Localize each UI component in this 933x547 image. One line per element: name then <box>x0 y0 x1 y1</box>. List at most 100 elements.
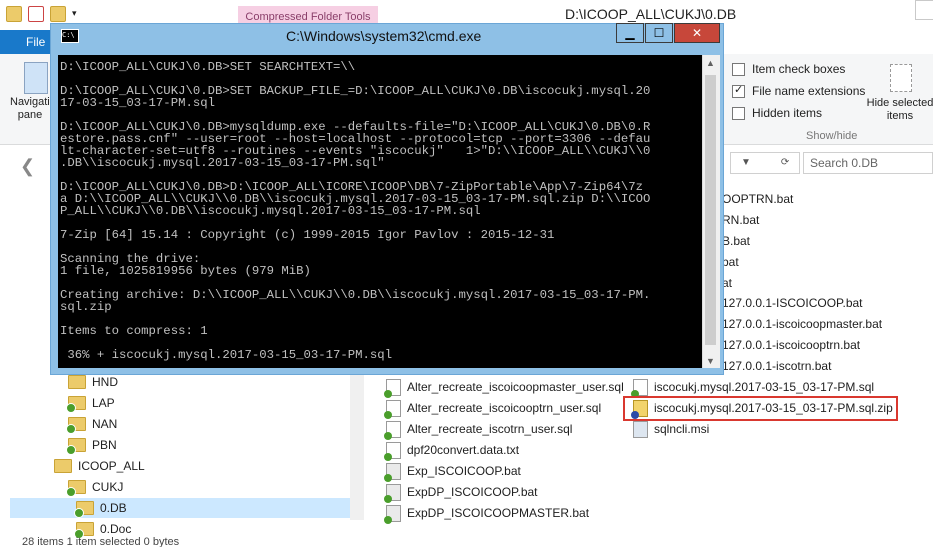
folder-icon <box>54 459 72 473</box>
file-name: ExpDP_ISCOICOOPMASTER.bat <box>407 506 590 520</box>
file-name: 127.0.0.1-iscoicoopmaster.bat <box>722 317 883 331</box>
file-name-extensions-label: File name extensions <box>752 84 866 98</box>
tree-item-icoop-all[interactable]: ICOOP_ALL <box>54 456 145 476</box>
installer-file-icon <box>633 420 648 438</box>
folder-icon <box>68 375 86 389</box>
list-item[interactable]: Alter_recreate_iscotrn_user.sql <box>384 419 573 440</box>
file-name: ExpDP_ISCOICOOP.bat <box>407 485 538 499</box>
scroll-up-icon[interactable]: ▲ <box>706 58 715 68</box>
red-highlight-box <box>623 396 898 421</box>
sql-file-icon <box>384 378 401 398</box>
quick-access-toolbar: ▾ <box>6 6 77 22</box>
text-file-icon <box>384 441 401 461</box>
list-item[interactable]: B.bat <box>722 231 750 251</box>
back-arrow-icon[interactable]: ❮ <box>20 156 35 177</box>
show-hide-group-label: Show/hide <box>806 130 858 142</box>
file-name-extensions-checkbox[interactable]: ✓ <box>732 84 745 98</box>
file-name: sqlncli.msi <box>654 422 710 436</box>
list-item[interactable]: Alter_recreate_iscoicooptrn_user.sql <box>384 398 602 419</box>
file-name: 127.0.0.1-ISCOICOOP.bat <box>722 296 863 310</box>
tree-selection-highlight <box>10 498 360 518</box>
navigation-pane-icon[interactable] <box>24 62 48 94</box>
file-name: Alter_recreate_iscotrn_user.sql <box>407 422 573 436</box>
navigation-pane-button[interactable]: Navigation pane <box>10 96 62 122</box>
tree-item-label: 0.Doc <box>100 522 132 536</box>
status-bar: 28 items 1 item selected 0 bytes <box>22 536 180 547</box>
scroll-down-icon[interactable]: ▼ <box>706 356 715 366</box>
minimize-button[interactable]: ▁ <box>616 23 644 43</box>
tree-scrollbar[interactable] <box>350 372 364 520</box>
folder-synced-icon <box>66 480 86 497</box>
close-button[interactable]: ✕ <box>674 23 720 43</box>
tree-item-label: CUKJ <box>92 480 124 494</box>
list-item[interactable]: 127.0.0.1-iscoicooptrn.bat <box>722 335 860 355</box>
batch-file-icon <box>384 462 401 482</box>
hide-selected-items-button[interactable]: Hide selected items <box>860 97 933 123</box>
folder-synced-icon <box>66 438 86 455</box>
hide-selected-items-icon[interactable] <box>890 64 912 92</box>
item-check-boxes-label: Item check boxes <box>752 62 846 76</box>
refresh-icon[interactable]: ⟳ <box>781 157 789 168</box>
folder-synced-icon <box>74 522 94 539</box>
cmd-output: D:\ICOOP_ALL\CUKJ\0.DB>SET SEARCHTEXT=\\… <box>60 60 651 362</box>
folder-synced-icon <box>66 417 86 434</box>
list-item[interactable]: OOPTRN.bat <box>722 189 793 209</box>
list-item[interactable]: Exp_ISCOICOOP.bat <box>384 461 521 482</box>
properties-icon[interactable] <box>28 6 44 22</box>
file-tab[interactable]: File <box>0 30 52 54</box>
sql-file-icon <box>631 378 648 398</box>
file-name: Alter_recreate_iscoicoopmaster_user.sql <box>407 380 624 394</box>
list-item[interactable]: ExpDP_ISCOICOOPMASTER.bat <box>384 503 590 524</box>
cmd-window-title: C:\Windows\system32\cmd.exe <box>286 28 482 44</box>
file-name: RN.bat <box>722 213 760 227</box>
file-name: dpf20convert.data.txt <box>407 443 520 457</box>
file-name: 127.0.0.1-iscotrn.bat <box>722 359 832 373</box>
chevron-down-icon[interactable]: ▾ <box>72 6 77 22</box>
list-item[interactable]: 127.0.0.1-iscoicoopmaster.bat <box>722 314 882 334</box>
cmd-system-icon[interactable]: C:\ <box>61 29 79 43</box>
list-item[interactable]: dpf20convert.data.txt <box>384 440 520 461</box>
chevron-down-icon: ▼ <box>741 157 751 168</box>
list-item[interactable]: RN.bat <box>722 210 759 230</box>
tree-item-label: HND <box>92 375 118 389</box>
tree-item-0-db[interactable]: 0.DB <box>74 498 127 518</box>
list-item[interactable]: Alter_recreate_iscoicoopmaster_user.sql <box>384 377 624 398</box>
item-check-boxes-checkbox[interactable] <box>732 63 745 76</box>
tree-item-label: NAN <box>92 417 118 431</box>
address-dropdown[interactable]: ▼ ⟳ <box>730 152 800 174</box>
batch-file-icon <box>384 483 401 503</box>
sql-file-icon <box>384 420 401 440</box>
sql-file-icon <box>384 399 401 419</box>
folder-synced-icon <box>74 501 94 518</box>
maximize-button[interactable]: ☐ <box>645 23 673 43</box>
file-name: Alter_recreate_iscoicooptrn_user.sql <box>407 401 602 415</box>
checkmark-icon: ✓ <box>734 84 744 96</box>
tree-item-pbn[interactable]: PBN <box>66 435 117 455</box>
list-item[interactable]: ExpDP_ISCOICOOP.bat <box>384 482 538 503</box>
list-item[interactable]: sqlncli.msi <box>633 419 709 439</box>
hidden-items-checkbox[interactable] <box>732 107 745 120</box>
tree-item-label: PBN <box>92 438 117 452</box>
list-item[interactable]: iscocukj.mysql.2017-03-15_03-17-PM.sql <box>631 377 875 398</box>
tree-item-cukj[interactable]: CUKJ <box>66 477 124 497</box>
list-item[interactable]: 127.0.0.1-ISCOICOOP.bat <box>722 293 863 313</box>
hidden-items-label: Hidden items <box>752 106 823 120</box>
cmd-scrollbar-thumb[interactable] <box>705 75 716 345</box>
file-name: 127.0.0.1-iscoicooptrn.bat <box>722 338 861 352</box>
search-input[interactable]: Search 0.DB <box>803 152 933 174</box>
tree-item-nan[interactable]: NAN <box>66 414 118 434</box>
tree-item-lap[interactable]: LAP <box>66 393 115 413</box>
list-item[interactable]: bat <box>722 252 739 272</box>
tree-item-hnd[interactable]: HND <box>68 372 118 392</box>
new-folder-icon[interactable] <box>50 6 66 22</box>
batch-file-icon <box>384 504 401 524</box>
tree-item-label: 0.DB <box>100 501 127 515</box>
explorer-window-title: D:\ICOOP_ALL\CUKJ\0.DB <box>565 6 737 22</box>
folder-icon[interactable] <box>6 6 22 22</box>
folder-synced-icon <box>66 396 86 413</box>
cmd-console[interactable]: D:\ICOOP_ALL\CUKJ\0.DB>SET SEARCHTEXT=\\… <box>58 55 702 368</box>
explorer-close-button[interactable] <box>915 0 933 20</box>
list-item[interactable]: 127.0.0.1-iscotrn.bat <box>722 356 831 376</box>
tree-item-label: ICOOP_ALL <box>78 459 145 473</box>
file-name: iscocukj.mysql.2017-03-15_03-17-PM.sql <box>654 380 875 394</box>
